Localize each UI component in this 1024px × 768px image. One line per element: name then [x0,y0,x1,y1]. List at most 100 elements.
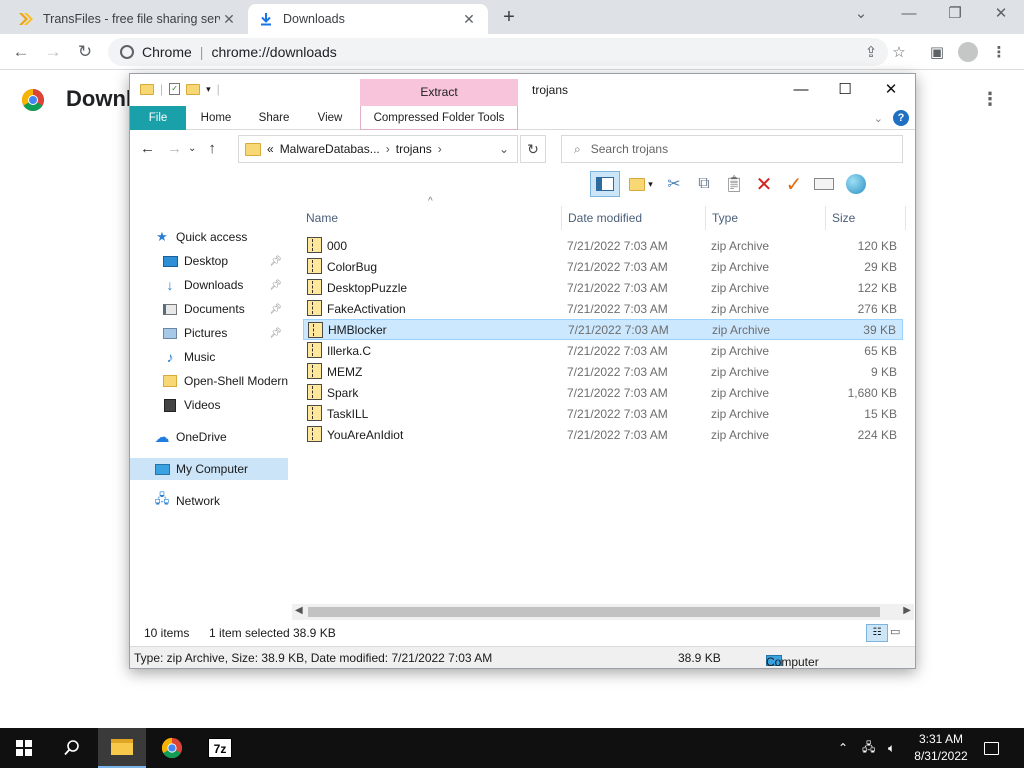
maximize-button[interactable]: ☐ [822,78,868,102]
chevron-right-icon[interactable]: › [386,142,390,156]
minimize-button[interactable]: — [886,0,932,30]
network-tray-icon[interactable]: 🖧︎ [862,728,875,768]
start-button-windows-icon[interactable] [0,728,48,768]
column-size[interactable]: Size [826,206,906,230]
back-arrow-icon[interactable]: ← [140,140,155,157]
extract-context-tab[interactable]: Extract [360,79,518,106]
tab-file[interactable]: File [130,106,186,130]
cut-icon[interactable]: ✂ [662,172,686,196]
address-bar[interactable]: « MalwareDatabas... › trojans › ⌄ [238,135,518,163]
nav-item-quick-access[interactable]: ★ Quick access [130,226,288,248]
column-type[interactable]: Type [706,206,826,230]
bookmark-star-icon[interactable]: ☆ [888,42,910,64]
details-view-icon[interactable]: ☷ [866,624,888,642]
layout-pane-icon[interactable] [590,171,620,197]
chrome-logo-icon [21,88,45,112]
file-row[interactable]: HMBlocker 7/21/2022 7:03 AM zip Archive 39 … [303,319,903,340]
7zip-icon[interactable]: 7z [196,728,244,768]
file-row[interactable]: FakeActivation 7/21/2022 7:03 AM zip Archi… [303,298,903,319]
scroll-left-icon[interactable]: ◀ [295,605,303,616]
horizontal-scrollbar[interactable]: ◀ ▶ [292,604,914,620]
tab-share[interactable]: Share [250,106,298,130]
file-row[interactable]: YouAreAnIdiot 7/21/2022 7:03 AM zip Archiv… [303,424,903,445]
expand-ribbon-icon[interactable]: ⌄ [874,112,883,125]
file-explorer-icon[interactable] [98,728,146,768]
up-arrow-icon[interactable]: ↑ [208,140,216,157]
search-icon[interactable] [48,728,96,768]
close-tab-icon[interactable]: ✕ [460,11,478,28]
new-item-icon[interactable]: ▾ [626,172,656,196]
share-icon[interactable]: ⇪ [860,42,882,64]
nav-item-network[interactable]: 🖧︎ Network [130,490,288,512]
scroll-right-icon[interactable]: ▶ [903,605,911,616]
nav-item-my-computer[interactable]: My Computer [130,458,288,480]
breadcrumb-overflow[interactable]: « [267,142,274,156]
chrome-menu-icon[interactable]: ⋮ [988,42,1010,64]
file-row[interactable]: DesktopPuzzle 7/21/2022 7:03 AM zip Archiv… [303,277,903,298]
recent-locations-icon[interactable]: ⌄ [188,143,196,157]
address-row: ← → ⌄ ↑ « MalwareDatabas... › trojans › … [130,132,915,168]
close-button[interactable]: ✕ [868,78,914,102]
column-date-modified[interactable]: Date modified [562,206,706,230]
nav-item-music[interactable]: ♪ Music [130,346,288,368]
file-row[interactable]: TaskILL 7/21/2022 7:03 AM zip Archive 15 KB [303,403,903,424]
system-clock[interactable]: 3:31 AM 8/31/2022 [910,731,972,765]
large-icons-view-icon[interactable]: ▭ [890,625,900,638]
nav-item-pictures[interactable]: Pictures 📌︎ [130,322,288,344]
customize-toolbar-icon[interactable]: ▾ [206,84,211,95]
new-folder-icon[interactable] [186,83,201,95]
help-icon[interactable]: ? [893,110,909,126]
tab-transfiles[interactable]: TransFiles - free file sharing servic ✕ [8,4,248,34]
details-bar: Type: zip Archive, Size: 38.9 KB, Date m… [130,646,915,669]
restore-button[interactable]: ❐ [932,0,978,30]
page-menu-icon[interactable]: ⋮ [980,88,1000,110]
nav-item-desktop[interactable]: Desktop 📌︎ [130,250,288,272]
breadcrumb-item[interactable]: trojans [396,142,432,156]
tab-downloads[interactable]: Downloads ✕ [248,4,488,34]
nav-item-documents[interactable]: Documents 📌︎ [130,298,288,320]
paste-icon[interactable]: 📋︎ [722,172,746,196]
chevron-down-icon[interactable]: ⌄ [838,0,884,30]
side-panel-icon[interactable]: ▣ [926,42,948,64]
notification-icon[interactable] [984,728,999,768]
tab-view[interactable]: View [306,106,354,130]
reload-button[interactable]: ↻ [72,40,98,64]
forward-button[interactable]: → [40,40,66,64]
rename-icon[interactable] [812,172,836,196]
globe-icon[interactable] [842,172,870,196]
profile-avatar-icon[interactable] [957,42,979,64]
nav-item-videos[interactable]: Videos [130,394,288,416]
apply-check-icon[interactable]: ✓ [782,172,806,196]
file-row[interactable]: Spark 7/21/2022 7:03 AM zip Archive 1,680 K… [303,382,903,403]
forward-arrow-icon[interactable]: → [167,140,182,157]
chrome-icon[interactable] [148,728,196,768]
refresh-button[interactable]: ↻ [520,135,546,163]
nav-item-downloads[interactable]: ↓ Downloads 📌︎ [130,274,288,296]
file-row[interactable]: Illerka.C 7/21/2022 7:03 AM zip Archive 65 … [303,340,903,361]
close-window-button[interactable]: ✕ [978,0,1024,30]
minimize-button[interactable]: — [778,78,824,102]
show-hidden-icons[interactable]: ⌃ [838,728,848,768]
scrollbar-thumb[interactable] [308,607,880,617]
copy-icon[interactable]: ⧉ [692,172,716,196]
tab-home[interactable]: Home [192,106,240,130]
file-row[interactable]: MEMZ 7/21/2022 7:03 AM zip Archive 9 KB [303,361,903,382]
address-bar[interactable]: Chrome | chrome://downloads [108,38,888,66]
properties-icon[interactable]: ✓ [169,83,181,95]
close-tab-icon[interactable]: ✕ [220,11,238,28]
search-box[interactable]: ⌕ Search trojans [561,135,903,163]
back-button[interactable]: ← [8,40,34,64]
nav-item-onedrive[interactable]: ☁ OneDrive [130,426,288,448]
new-tab-button[interactable]: + [498,6,520,28]
volume-icon[interactable]: 🔈︎ [888,728,895,768]
delete-icon[interactable]: ✕ [752,172,776,196]
file-row[interactable]: ColorBug 7/21/2022 7:03 AM zip Archive 29 K… [303,256,903,277]
chevron-right-icon[interactable]: › [438,142,442,156]
column-name[interactable]: Name [300,206,562,230]
tab-compressed-folder-tools[interactable]: Compressed Folder Tools [360,106,518,130]
file-row[interactable]: 000 7/21/2022 7:03 AM zip Archive 120 KB [303,235,903,256]
breadcrumb-item[interactable]: MalwareDatabas... [280,142,380,156]
folder-icon [162,373,178,389]
nav-item-open-shell-modern[interactable]: Open-Shell Modern [130,370,288,392]
address-dropdown-icon[interactable]: ⌄ [499,142,509,156]
